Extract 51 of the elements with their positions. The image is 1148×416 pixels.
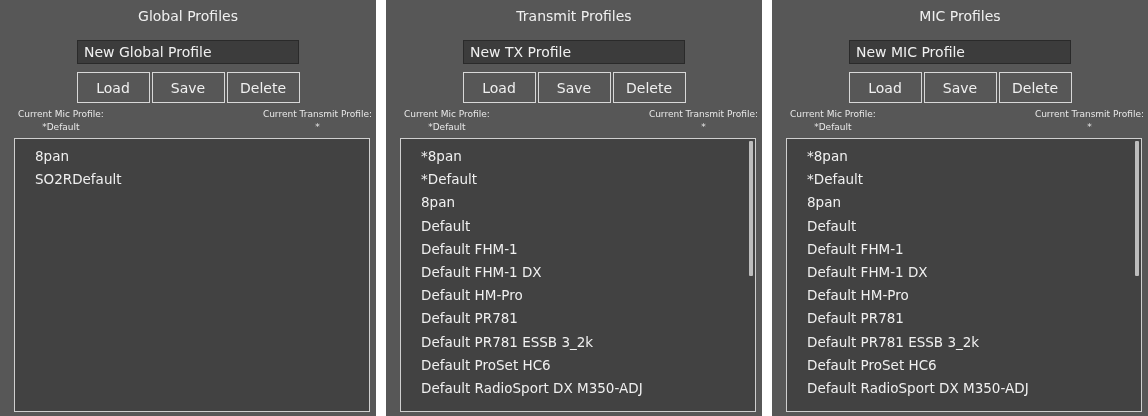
profile-list-item[interactable]: *8pan bbox=[421, 145, 749, 169]
profile-button[interactable]: Load bbox=[848, 72, 922, 103]
profile-list-item[interactable]: *Default bbox=[807, 168, 1135, 192]
profile-button[interactable]: Save bbox=[923, 72, 997, 103]
profile-button[interactable]: Save bbox=[151, 72, 225, 103]
profile-list-item[interactable]: Default FHM-1 DX bbox=[421, 260, 749, 285]
current-transmit-value: * bbox=[1087, 122, 1092, 132]
profile-list-item[interactable]: Default FHM-1 bbox=[421, 237, 749, 261]
profile-list-item[interactable]: Default bbox=[807, 214, 1135, 238]
profile-list-item[interactable]: 8pan bbox=[807, 191, 1135, 215]
profile-name-field[interactable]: New TX Profile bbox=[463, 40, 685, 64]
profile-list-item[interactable]: Default RadioSport DX M350-ADJ bbox=[807, 376, 1135, 401]
panel-title: Global Profiles bbox=[138, 7, 238, 26]
current-transmit-label: Current Transmit Profile: bbox=[262, 109, 372, 119]
current-transmit-label: Current Transmit Profile: bbox=[648, 109, 758, 119]
profile-list-item[interactable]: Default ProSet HC6 bbox=[421, 353, 749, 377]
profile-list-item[interactable]: Default PR781 bbox=[807, 307, 1135, 331]
current-mic-label: Current Mic Profile: bbox=[404, 109, 490, 119]
panel-title: Transmit Profiles bbox=[516, 7, 632, 26]
profile-list-item[interactable]: *8pan bbox=[807, 145, 1135, 169]
profile-list-item[interactable]: *Default bbox=[421, 168, 749, 192]
profile-list-item[interactable]: Default PR781 ESSB 3_2k bbox=[807, 330, 1135, 354]
current-transmit-value: * bbox=[701, 122, 706, 132]
profile-list-item[interactable]: SO2RDefault bbox=[35, 168, 369, 192]
profile-button[interactable]: Delete bbox=[998, 72, 1072, 103]
profile-list-item[interactable]: Default bbox=[421, 214, 749, 238]
profile-button[interactable]: Delete bbox=[226, 72, 300, 103]
profile-list-item[interactable]: Default FHM-1 bbox=[807, 237, 1135, 261]
profile-name-field[interactable]: New MIC Profile bbox=[849, 40, 1071, 64]
current-mic-value: *Default bbox=[814, 122, 852, 132]
current-mic-value: *Default bbox=[428, 122, 466, 132]
current-mic-value: *Default bbox=[42, 122, 80, 132]
profile-list-item[interactable]: Default PR781 bbox=[421, 307, 749, 331]
profile-list-item[interactable]: 8pan bbox=[421, 191, 749, 215]
profile-list-item[interactable]: Default RadioSport DX M350-ADJ bbox=[421, 376, 749, 401]
current-mic-label: Current Mic Profile: bbox=[790, 109, 876, 119]
profile-button[interactable]: Load bbox=[462, 72, 536, 103]
profile-list-item[interactable]: Default FHM-1 DX bbox=[807, 260, 1135, 285]
profile-list-item[interactable]: 8pan bbox=[35, 145, 369, 169]
current-mic-label: Current Mic Profile: bbox=[18, 109, 104, 119]
current-transmit-label: Current Transmit Profile: bbox=[1034, 109, 1144, 119]
profile-list-item[interactable]: Default HM-Pro bbox=[421, 284, 749, 308]
profile-button[interactable]: Load bbox=[76, 72, 150, 103]
profile-name-field[interactable]: New Global Profile bbox=[77, 40, 299, 64]
profile-list-item[interactable]: Default HM-Pro bbox=[807, 284, 1135, 308]
profile-button[interactable]: Delete bbox=[612, 72, 686, 103]
profile-list-item[interactable]: Default PR781 ESSB 3_2k bbox=[421, 330, 749, 354]
panel-title: MIC Profiles bbox=[919, 7, 1001, 26]
profile-button[interactable]: Save bbox=[537, 72, 611, 103]
profile-list-item[interactable]: Default ProSet HC6 bbox=[807, 353, 1135, 377]
current-transmit-value: * bbox=[315, 122, 320, 132]
